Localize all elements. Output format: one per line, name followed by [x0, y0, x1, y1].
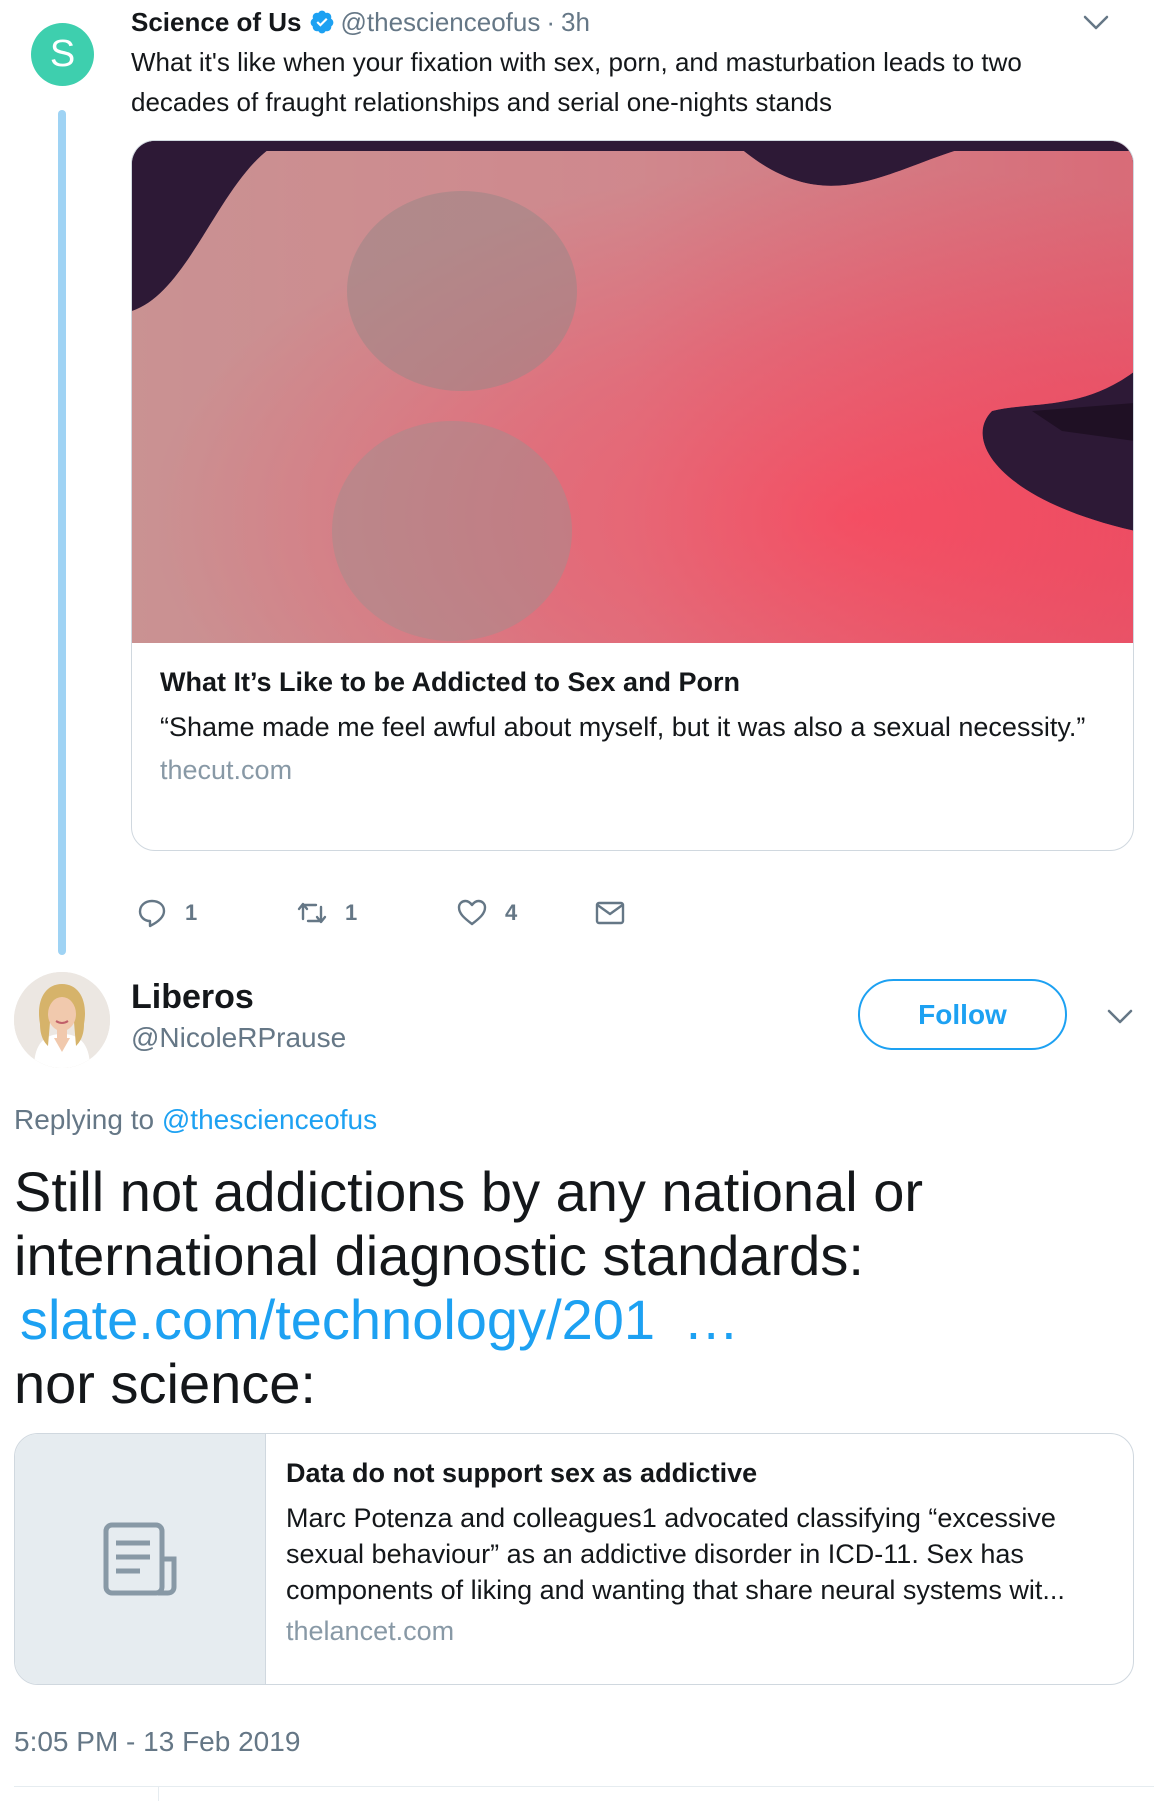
link-card[interactable]: What It’s Like to be Addicted to Sex and…: [131, 140, 1134, 851]
document-icon: [103, 1522, 177, 1596]
follow-button[interactable]: Follow: [858, 979, 1067, 1050]
chevron-down-icon[interactable]: [1106, 1008, 1134, 1026]
divider-tick: [158, 1786, 159, 1801]
card-description: “Shame made me feel awful about myself, …: [160, 712, 1086, 742]
card2-domain: thelancet.com: [286, 1616, 455, 1646]
retweet-button[interactable]: 1: [296, 897, 456, 929]
reply-button[interactable]: 1: [136, 897, 296, 929]
tweet-actions: 1 1 4: [136, 888, 626, 938]
card2-body: Data do not support sex as addictive Mar…: [266, 1434, 1133, 1684]
avatar-science-of-us[interactable]: S: [31, 23, 94, 86]
reply-count: 1: [185, 900, 198, 925]
replying-to: Replying to @thescienceofus: [14, 1104, 377, 1136]
retweet-icon: [297, 902, 327, 924]
header-separator: ·: [546, 6, 556, 37]
reply-text-line2: nor science:: [14, 1352, 316, 1415]
avatar-liberos[interactable]: [14, 972, 110, 1068]
heart-icon: [457, 899, 487, 926]
tweet-time[interactable]: 3h: [561, 7, 590, 38]
author-name[interactable]: Science of Us: [131, 7, 302, 38]
envelope-icon: [595, 901, 625, 925]
like-button[interactable]: 4: [456, 897, 594, 929]
card-title: What It’s Like to be Addicted to Sex and…: [160, 667, 741, 697]
card-image: [132, 141, 1133, 643]
card-domain: thecut.com: [160, 755, 293, 785]
tweet-header: Science of Us @thescienceofus · 3h: [131, 6, 590, 38]
dm-button[interactable]: [594, 897, 626, 929]
reply-author-name[interactable]: Liberos: [131, 978, 254, 1017]
author-handle[interactable]: @thescienceofus: [341, 7, 541, 38]
like-count: 4: [505, 900, 518, 925]
divider: [14, 1786, 1154, 1787]
verified-badge-icon: [309, 9, 335, 35]
replying-prefix: Replying to: [14, 1104, 155, 1135]
chevron-down-icon[interactable]: [1082, 14, 1110, 32]
card-body: What It’s Like to be Addicted to Sex and…: [132, 643, 1133, 786]
thread-connector-line: [58, 110, 66, 955]
reply-link-line: slate.com/technology/201 …: [14, 1288, 1154, 1352]
reply-tweet-text: Still not addictions by any national or …: [14, 1160, 1154, 1416]
reply-text-line1: Still not addictions by any national or …: [14, 1160, 923, 1287]
slate-link[interactable]: slate.com/technology/201: [14, 1288, 655, 1351]
avatar-letter: S: [49, 33, 76, 75]
card-thumbnail: [15, 1434, 266, 1684]
retweet-count: 1: [345, 900, 358, 925]
card2-title: Data do not support sex as addictive: [286, 1458, 758, 1488]
link-ellipsis: …: [683, 1288, 740, 1351]
tweet-timestamp[interactable]: 5:05 PM - 13 Feb 2019: [14, 1726, 300, 1758]
tweet-text: What it's like when your fixation with s…: [131, 47, 1022, 117]
lancet-link-card[interactable]: Data do not support sex as addictive Mar…: [14, 1433, 1134, 1685]
reply-author-handle[interactable]: @NicoleRPrause: [131, 1022, 346, 1054]
replying-handle-link[interactable]: @thescienceofus: [162, 1104, 377, 1135]
card2-description: Marc Potenza and colleagues1 advocated c…: [286, 1503, 1065, 1605]
reply-icon: [138, 899, 166, 928]
